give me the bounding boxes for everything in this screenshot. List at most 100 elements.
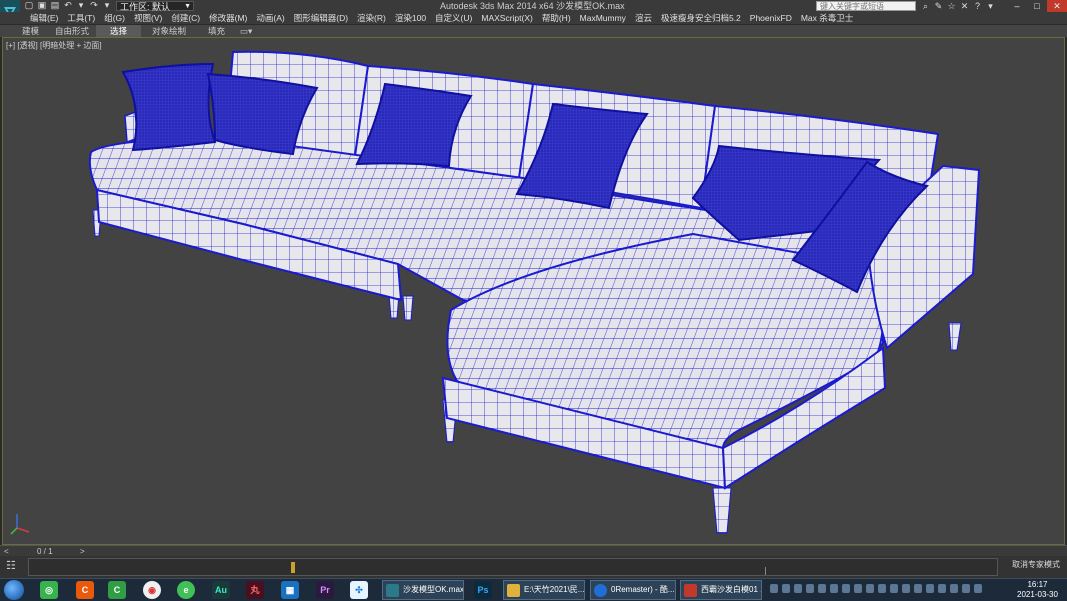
tray-icon[interactable] <box>770 584 778 593</box>
expert-mode-status[interactable]: 取消专家模式 <box>1012 559 1060 570</box>
menu-item-tools[interactable]: 工具(T) <box>67 12 95 24</box>
search-input[interactable]: 键入关键字或短语 <box>816 1 916 11</box>
task-3dsmax-label: 沙发模型OK.max... <box>403 585 464 594</box>
minimize-button[interactable]: – <box>1007 0 1027 12</box>
redo-dropdown-icon[interactable]: ▾ <box>102 1 112 10</box>
menu-item-help[interactable]: 帮助(H) <box>542 12 571 24</box>
chrome-icon[interactable]: ◉ <box>143 581 161 599</box>
taskbar-clock[interactable]: 16:17 2021-03-30 <box>1010 580 1065 600</box>
tray-icon[interactable] <box>794 584 802 593</box>
tray-icon[interactable] <box>818 584 826 593</box>
menu-item-animation[interactable]: 动画(A) <box>256 12 284 24</box>
tray-icon[interactable] <box>914 584 922 593</box>
menu-item-max-antivirus[interactable]: Max 杀毒卫士 <box>801 12 853 24</box>
tray-icon[interactable] <box>962 584 970 593</box>
app-c-green-icon[interactable]: C <box>108 581 126 599</box>
tray-icon[interactable] <box>950 584 958 593</box>
timeline-track[interactable] <box>28 558 998 576</box>
menu-item-graph-editors[interactable]: 图形编辑器(D) <box>294 12 348 24</box>
exchange-icon[interactable]: ✕ <box>960 0 969 12</box>
undo-icon[interactable]: ↶ <box>63 1 73 10</box>
keyframe-marker[interactable] <box>291 562 295 573</box>
app-network-icon[interactable]: ✣ <box>350 581 368 599</box>
menu-item-render100[interactable]: 渲染100 <box>395 12 426 24</box>
tray-icon[interactable] <box>938 584 946 593</box>
mini-curve-editor-icon[interactable]: ☷ <box>6 559 16 572</box>
tray-icon[interactable] <box>878 584 886 593</box>
task-kugou[interactable]: 0Remaster) - 酷... <box>590 580 676 600</box>
menu-item-maxmummy[interactable]: MaxMummy <box>580 12 626 24</box>
menu-item-customize[interactable]: 自定义(U) <box>435 12 472 24</box>
menu-item-create[interactable]: 创建(C) <box>171 12 200 24</box>
clock-time: 16:17 <box>1027 580 1048 589</box>
tab-object-paint[interactable]: 对象绘制 <box>152 25 186 37</box>
tray-icon[interactable] <box>806 584 814 593</box>
chevron-down-icon: ▼ <box>184 3 191 10</box>
sofa-wireframe-model <box>10 50 981 535</box>
tray-icon[interactable] <box>842 584 850 593</box>
menu-item-phoenixfd[interactable]: PhoenixFD <box>750 12 792 24</box>
premiere-icon[interactable]: Pr <box>316 581 334 599</box>
window-controls: – □ ✕ <box>1007 0 1067 12</box>
task-explorer-label: E:\天竹2021\民... <box>524 585 585 594</box>
binoculars-icon[interactable]: ⌕ <box>921 0 930 12</box>
ribbon-tabs: 建模 自由形式 选择 对象绘制 填充 ▭▾ <box>0 24 1067 38</box>
system-tray <box>770 584 982 593</box>
workspace-dropdown[interactable]: 工作区: 默认 ▼ <box>116 1 194 12</box>
audition-icon[interactable]: Au <box>212 581 230 599</box>
task-kugou-label: 0Remaster) - 酷... <box>611 585 675 594</box>
help-dropdown-icon[interactable]: ▾ <box>986 0 995 12</box>
redo-icon[interactable]: ↷ <box>89 1 99 10</box>
app-green-circle-icon[interactable]: e <box>177 581 195 599</box>
new-file-icon[interactable]: ▢ <box>24 1 34 10</box>
key-icon[interactable]: ✎ <box>934 0 943 12</box>
tray-icon[interactable] <box>926 584 934 593</box>
workspace-label: 工作区: 默认 <box>120 2 171 12</box>
tray-icon[interactable] <box>974 584 982 593</box>
help-icon[interactable]: ? <box>973 0 982 12</box>
track-bar: ☷ <box>0 556 1067 578</box>
tab-populate[interactable]: 填充 <box>208 25 225 37</box>
menu-item-renderbus[interactable]: 渲云 <box>635 12 652 24</box>
image-viewer-icon <box>684 584 697 597</box>
tab-selection[interactable]: 选择 <box>96 25 142 37</box>
task-explorer[interactable]: E:\天竹2021\民... <box>503 580 585 600</box>
3dsmax-task-icon <box>386 584 399 597</box>
kugou-icon <box>594 584 607 597</box>
save-icon[interactable]: ▤ <box>50 1 60 10</box>
menu-bar: 编辑(E) 工具(T) 组(G) 视图(V) 创建(C) 修改器(M) 动画(A… <box>0 12 1067 24</box>
tray-icon[interactable] <box>866 584 874 593</box>
menu-item-modifiers[interactable]: 修改器(M) <box>209 12 247 24</box>
star-icon[interactable]: ☆ <box>947 0 956 12</box>
tray-icon[interactable] <box>830 584 838 593</box>
tray-icon[interactable] <box>890 584 898 593</box>
app-blue-grid-icon[interactable]: ▦ <box>281 581 299 599</box>
menu-item-maxscript[interactable]: MAXScript(X) <box>481 12 532 24</box>
tray-icon[interactable] <box>902 584 910 593</box>
perspective-viewport[interactable]: [+] [透视] [明暗处理 + 边面] <box>2 37 1065 545</box>
close-button[interactable]: ✕ <box>1047 0 1067 12</box>
task-viewer[interactable]: 西霸沙发白模01 ... <box>680 580 762 600</box>
menu-item-rendering[interactable]: 渲染(R) <box>357 12 386 24</box>
app-c-orange-icon[interactable]: C <box>76 581 94 599</box>
ribbon-toggle-icon[interactable]: ▭▾ <box>240 25 252 37</box>
windows-taskbar: ◎ C C ◉ e Au 丸 ▦ Pr ✣ 沙发模型OK.max... Ps E… <box>0 578 1067 601</box>
maximize-button[interactable]: □ <box>1027 0 1047 12</box>
tab-freeform[interactable]: 自由形式 <box>55 25 89 37</box>
tab-modeling[interactable]: 建模 <box>22 25 39 37</box>
menu-item-group[interactable]: 组(G) <box>104 12 125 24</box>
menu-item-edit[interactable]: 编辑(E) <box>30 12 58 24</box>
tray-icon[interactable] <box>782 584 790 593</box>
app-wan-icon[interactable]: 丸 <box>246 581 264 599</box>
start-button[interactable] <box>4 580 24 600</box>
wechat-icon[interactable]: ◎ <box>40 581 58 599</box>
menu-item-slim-archive[interactable]: 极速瘦身安全归档5.2 <box>661 12 741 24</box>
clock-date: 2021-03-30 <box>1017 590 1058 599</box>
menu-item-views[interactable]: 视图(V) <box>134 12 162 24</box>
tray-icon[interactable] <box>854 584 862 593</box>
open-file-icon[interactable]: ▣ <box>37 1 47 10</box>
undo-dropdown-icon[interactable]: ▾ <box>76 1 86 10</box>
photoshop-icon[interactable]: Ps <box>474 581 492 599</box>
task-3dsmax[interactable]: 沙发模型OK.max... <box>382 580 464 600</box>
task-viewer-label: 西霸沙发白模01 ... <box>701 585 762 594</box>
